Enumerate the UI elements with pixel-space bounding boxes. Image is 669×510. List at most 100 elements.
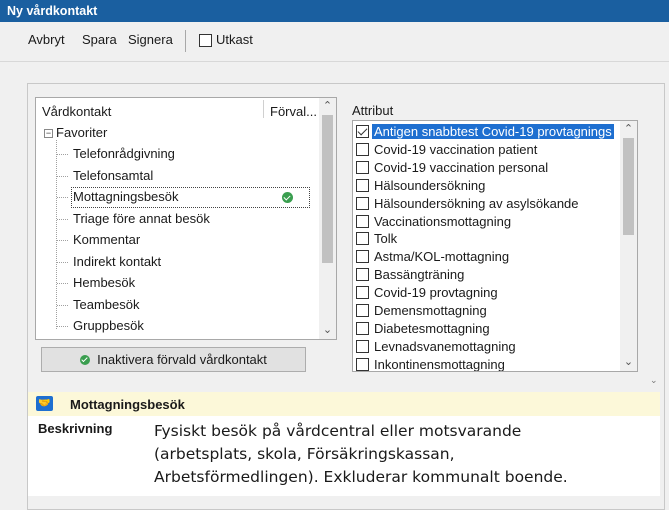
info-body: Beskrivning Fysiskt besök på vårdcentral…	[28, 416, 660, 496]
attribute-checkbox[interactable]	[356, 321, 369, 335]
scroll-down-icon[interactable]: ⌄	[319, 322, 336, 339]
tree-item[interactable]: Gruppbesök	[36, 316, 319, 337]
attribute-checkbox[interactable]	[356, 160, 369, 174]
tree-header: Vårdkontakt Förval...	[36, 98, 319, 120]
attribute-label: Inkontinensmottagning	[374, 356, 505, 372]
deactivate-default-button[interactable]: Inaktivera förvald vårdkontakt	[41, 347, 306, 372]
tree-item[interactable]: Teambesök	[36, 295, 319, 316]
tree-item-label: Teambesök	[73, 296, 140, 312]
attribute-label: Antigen snabbtest Covid-19 provtagnings	[372, 124, 614, 139]
tree-connector	[57, 218, 68, 220]
scroll-thumb[interactable]	[623, 138, 634, 235]
attribute-checkbox[interactable]	[356, 339, 369, 353]
attribute-label: Levnadsvanemottagning	[374, 338, 516, 354]
tree-item[interactable]: Kommentar	[36, 230, 319, 251]
check-circle-icon	[80, 354, 91, 365]
save-button[interactable]: Spara	[82, 32, 117, 47]
tree-item[interactable]: Hembesök	[36, 273, 319, 294]
description-line: Fysiskt besök på vårdcentral eller motsv…	[154, 422, 522, 440]
attribute-item[interactable]: Inkontinensmottagning	[353, 356, 622, 372]
attribute-label: Hälsoundersökning av asylsökande	[374, 195, 579, 211]
window-title: Ny vårdkontakt	[7, 4, 98, 18]
attribute-checkbox[interactable]	[356, 196, 369, 210]
attribute-item[interactable]: Hälsoundersökning av asylsökande	[353, 195, 622, 213]
handshake-icon: 🤝	[36, 396, 53, 411]
description-line: (arbetsplats, skola, Försäkringskassan,	[154, 445, 455, 463]
attribute-checkbox[interactable]	[356, 178, 369, 192]
attribute-item[interactable]: Demensmottagning	[353, 302, 622, 320]
attribute-item[interactable]: Bassängträning	[353, 266, 622, 284]
attribute-item[interactable]: Astma/KOL-mottagning	[353, 248, 622, 266]
column-divider[interactable]	[263, 100, 264, 118]
attribute-checkbox[interactable]	[356, 214, 369, 228]
scroll-down-icon[interactable]: ⌄	[620, 354, 637, 371]
tree-item-label: Gruppbesök	[73, 318, 144, 333]
attribute-item[interactable]: Covid-19 provtagning	[353, 284, 622, 302]
scroll-thumb[interactable]	[322, 115, 333, 263]
attribute-label: Covid-19 vaccination patient	[374, 141, 538, 157]
scroll-up-icon[interactable]: ⌃	[620, 121, 637, 138]
tree-item[interactable]: Telefonsamtal	[36, 166, 319, 187]
tree-scrollbar[interactable]: ⌃ ⌄	[319, 98, 336, 339]
tree-group-favorites[interactable]: − Favoriter	[36, 123, 319, 144]
tree-connector	[57, 197, 68, 198]
deactivate-default-label: Inaktivera förvald vårdkontakt	[97, 352, 267, 367]
attribute-checkbox[interactable]	[356, 125, 369, 138]
sign-button[interactable]: Signera	[128, 32, 173, 47]
attribute-item[interactable]: Tolk	[353, 230, 622, 248]
attribute-checkbox[interactable]	[356, 268, 369, 282]
attribute-label: Vaccinationsmottagning	[374, 213, 512, 229]
tree-item[interactable]: Mottagningsbesök	[36, 187, 319, 208]
tree-connector	[57, 261, 68, 263]
tree-item[interactable]: Indirekt kontakt	[36, 252, 319, 273]
attribute-label: Demensmottagning	[374, 303, 487, 318]
attribute-checkbox[interactable]	[356, 357, 369, 371]
attribute-label: Tolk	[374, 231, 398, 247]
attribute-item[interactable]: Antigen snabbtest Covid-19 provtagnings	[353, 123, 622, 141]
draft-checkbox-label: Utkast	[216, 32, 253, 47]
tree-item-label: Telefonsamtal	[73, 167, 154, 183]
tree-item[interactable]: Triage före annat besök	[36, 209, 319, 230]
attributes-list[interactable]: Antigen snabbtest Covid-19 provtagnings C…	[352, 120, 638, 372]
collapse-icon[interactable]: −	[44, 129, 53, 138]
attribute-label: Hälsoundersökning	[374, 177, 486, 193]
tree-column-name[interactable]: Vårdkontakt	[42, 104, 111, 119]
default-check-icon	[282, 192, 293, 203]
attribute-item[interactable]: Levnadsvanemottagning	[353, 338, 622, 356]
attributes-title: Attribut	[352, 103, 394, 118]
attribute-checkbox[interactable]	[356, 304, 369, 317]
attribute-label: Covid-19 vaccination personal	[374, 159, 549, 175]
tree-column-default[interactable]: Förval...	[270, 104, 317, 119]
attribute-item[interactable]: Hälsoundersökning	[353, 177, 622, 195]
window-title-bar: Ny vårdkontakt	[0, 0, 669, 22]
attributes-scrollbar[interactable]: ⌃ ⌄	[620, 121, 637, 371]
scroll-up-icon[interactable]: ⌃	[319, 98, 336, 115]
attribute-item[interactable]: Covid-19 vaccination personal	[353, 159, 622, 177]
attribute-label: Bassängträning	[374, 267, 465, 283]
attribute-checkbox[interactable]	[356, 250, 369, 264]
attribute-label: Covid-19 provtagning	[374, 285, 498, 301]
tree-connector	[57, 283, 68, 284]
attribute-label: Diabetesmottagning	[374, 320, 490, 336]
description-label: Beskrivning	[38, 421, 113, 436]
cancel-button[interactable]: Avbryt	[28, 32, 65, 47]
tree-item-label: Indirekt kontakt	[73, 253, 162, 269]
tree-item-label: Hembesök	[73, 275, 136, 290]
attribute-checkbox[interactable]	[356, 286, 369, 300]
attribute-label: Astma/KOL-mottagning	[374, 249, 510, 265]
attribute-checkbox[interactable]	[356, 232, 369, 246]
attribute-item[interactable]: Vaccinationsmottagning	[353, 213, 622, 231]
description-text: Fysiskt besök på vårdcentral eller motsv…	[154, 420, 634, 489]
care-contact-tree[interactable]: Vårdkontakt Förval... − Favoriter Telefo…	[35, 97, 337, 340]
attribute-checkbox[interactable]	[356, 142, 369, 156]
tree-connector	[57, 240, 68, 241]
tree-connector	[57, 326, 68, 327]
toolbar: Avbryt Spara Signera Utkast	[0, 22, 669, 62]
info-title: Mottagningsbesök	[70, 397, 185, 412]
resize-grip-icon[interactable]: ⌄	[650, 375, 658, 386]
tree-group-label: Favoriter	[56, 125, 108, 140]
draft-checkbox-box[interactable]	[199, 34, 212, 47]
attribute-item[interactable]: Diabetesmottagning	[353, 320, 622, 338]
tree-item[interactable]: Telefonrådgivning	[36, 144, 319, 165]
attribute-item[interactable]: Covid-19 vaccination patient	[353, 141, 622, 159]
